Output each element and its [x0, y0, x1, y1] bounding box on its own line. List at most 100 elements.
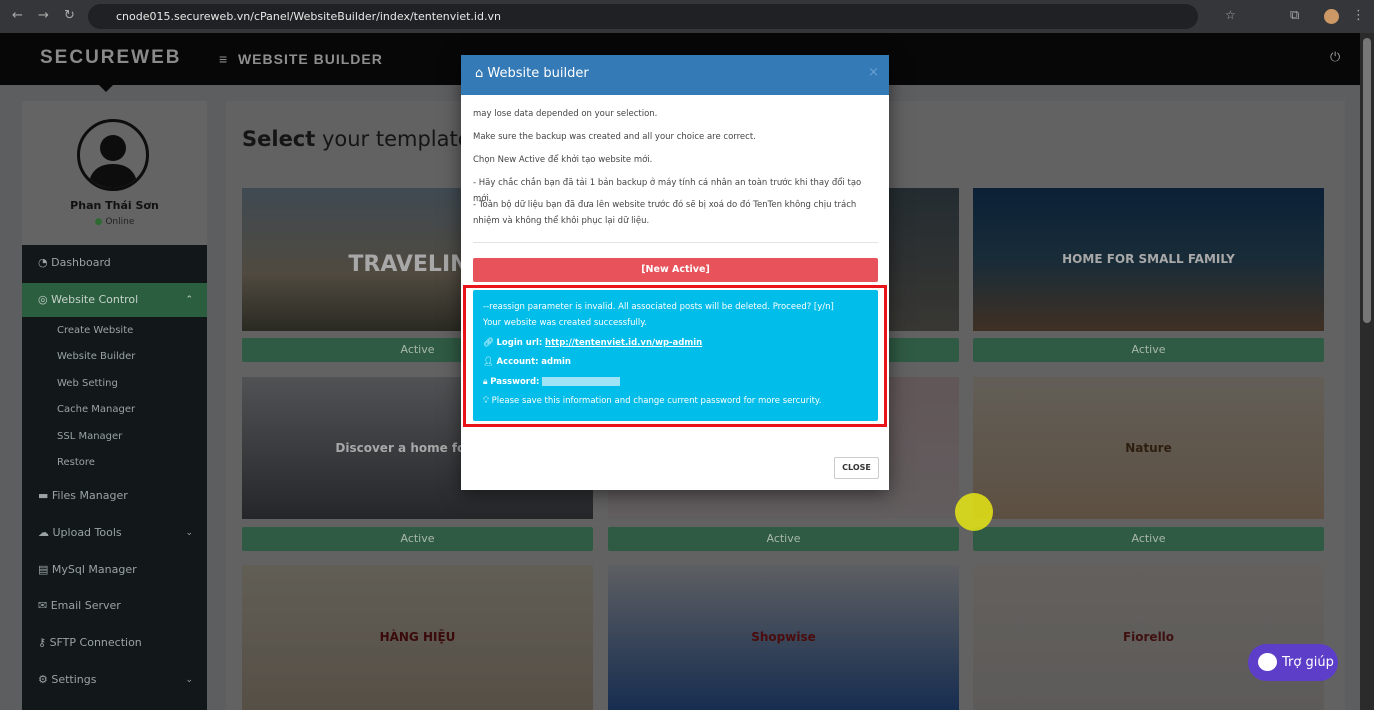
modal-paragraph: Chọn New Active để khởi tạo website mới.	[473, 155, 653, 165]
sidebar-sub-website-builder[interactable]: Website Builder	[57, 351, 135, 362]
modal-title: Website builder	[487, 66, 589, 81]
address-bar[interactable]: cnode015.secureweb.vn/cPanel/WebsiteBuil…	[88, 4, 1198, 29]
profile-panel: Phan Thái Sơn ● Online	[22, 101, 207, 245]
browser-toolbar: ← → ↻ cnode015.secureweb.vn/cPanel/Websi…	[0, 0, 1374, 33]
page-title: Select your template	[242, 127, 471, 151]
extensions-icon[interactable]: ⧉	[1290, 8, 1299, 23]
modal-paragraph: may lose data depended on your selection…	[473, 109, 658, 119]
modal-header: ⌂ Website builder	[461, 55, 889, 95]
label: Settings	[51, 673, 97, 686]
password-label: Password:	[490, 376, 540, 387]
new-active-button[interactable]: [New Active]	[473, 258, 878, 282]
label: SFTP Connection	[49, 636, 142, 649]
sidebar-item-website-control[interactable]: ◎ Website Control ⌃	[22, 283, 207, 317]
account-value: admin	[541, 357, 571, 367]
forward-icon[interactable]: →	[38, 8, 49, 23]
header-title-text: WEBSITE BUILDER	[237, 51, 383, 67]
sidebar-sub-web-setting[interactable]: Web Setting	[57, 378, 118, 389]
header-title[interactable]: ≡ WEBSITE BUILDER	[219, 51, 383, 67]
active-template-button[interactable]: Active	[973, 338, 1324, 362]
divider	[473, 242, 878, 243]
modal-paragraph: Make sure the backup was created and all…	[473, 132, 756, 142]
label: Website Control	[51, 293, 139, 306]
template-caption: Nature	[1125, 440, 1172, 455]
template-caption: HOME FOR SMALL FAMILY	[1062, 252, 1235, 267]
back-icon[interactable]: ←	[12, 8, 23, 23]
label: Files Manager	[51, 489, 128, 502]
help-label: Trợ giúp	[1282, 655, 1334, 670]
profile-name: Phan Thái Sơn	[70, 199, 159, 212]
profile-status: ● Online	[22, 217, 207, 227]
login-url-row: 🔗︎ Login url: http://tentenviet.id.vn/wp…	[483, 338, 868, 358]
chat-bubble-icon	[1258, 653, 1277, 671]
template-thumbnail[interactable]: Nature	[973, 377, 1324, 519]
sidebar-sub-cache-manager[interactable]: Cache Manager	[57, 404, 135, 415]
active-template-button[interactable]: Active	[608, 527, 959, 551]
active-template-button[interactable]: Active	[242, 527, 593, 551]
online-dot-icon: ●	[94, 217, 103, 227]
title-bold: Select	[242, 127, 316, 151]
close-icon[interactable]: ×	[868, 65, 879, 80]
menu-icon[interactable]: ⋮	[1352, 8, 1365, 23]
sidebar-item-mysql-manager[interactable]: ▤ MySql Manager	[22, 553, 207, 587]
close-button[interactable]: CLOSE	[834, 457, 879, 479]
lightbulb-icon: 💡︎	[483, 396, 489, 406]
cursor-highlight	[955, 493, 993, 531]
password-value-blurred	[542, 376, 621, 386]
status-text: Online	[105, 217, 135, 227]
help-chat-button[interactable]: Trợ giúp	[1248, 644, 1338, 681]
page-scrollbar[interactable]	[1360, 33, 1374, 710]
info-note: 💡︎ Please save this information and chan…	[483, 396, 868, 416]
sidebar-item-sftp-connection[interactable]: ⚷ SFTP Connection	[22, 626, 207, 660]
chevron-down-icon: ⌄	[185, 528, 193, 538]
template-thumbnail[interactable]: HÀNG HIỆU	[242, 565, 593, 710]
label: MySql Manager	[51, 563, 137, 576]
sidebar-sub-ssl-manager[interactable]: SSL Manager	[57, 431, 122, 442]
sidebar-item-email-server[interactable]: ✉ Email Server	[22, 589, 207, 623]
sidebar-item-upload-tools[interactable]: ☁ Upload Tools ⌄	[22, 516, 207, 550]
bookmark-star-icon[interactable]: ☆	[1225, 8, 1236, 22]
profile-avatar-icon[interactable]	[1324, 9, 1339, 24]
template-caption: Shopwise	[751, 630, 816, 645]
chevron-down-icon: ⌄	[185, 675, 193, 685]
template-caption: Fiorello	[1122, 630, 1175, 645]
success-info-box: --reassign parameter is invalid. All ass…	[473, 290, 878, 421]
login-label: Login url:	[496, 337, 543, 348]
scrollbar-thumb[interactable]	[1363, 38, 1371, 323]
reload-icon[interactable]: ↻	[64, 8, 75, 23]
info-warning-line: --reassign parameter is invalid. All ass…	[483, 302, 834, 312]
sidebar-item-files-manager[interactable]: ▬ Files Manager	[22, 479, 207, 513]
active-template-button[interactable]: Active	[973, 527, 1324, 551]
website-builder-modal: ⌂ Website builder × may lose data depend…	[461, 55, 889, 490]
template-thumbnail[interactable]: Shopwise	[608, 565, 959, 710]
power-icon[interactable]: ⏻	[1330, 50, 1340, 65]
avatar	[77, 119, 149, 191]
template-thumbnail[interactable]: HOME FOR SMALL FAMILY	[973, 188, 1324, 331]
account-row: 👤︎ Account: admin	[483, 357, 868, 377]
account-label: Account:	[496, 357, 539, 367]
info-success-line: Your website was created successfully.	[483, 318, 647, 328]
label: Dashboard	[51, 256, 111, 269]
sidebar-sub-restore[interactable]: Restore	[57, 457, 95, 468]
modal-paragraph: - Toàn bộ dữ liệu bạn đã đưa lên website…	[473, 200, 857, 226]
label: Upload Tools	[52, 526, 122, 539]
sidebar-item-dashboard[interactable]: ◔ Dashboard	[22, 246, 207, 280]
header-caret	[99, 85, 113, 92]
home-icon: ⌂	[475, 66, 484, 81]
hamburger-icon[interactable]: ≡	[219, 51, 228, 67]
logo[interactable]: SECUREWEB	[40, 47, 182, 69]
link-icon: 🔗︎	[483, 337, 494, 348]
lock-icon: 🔒︎	[483, 376, 488, 387]
template-thumbnail[interactable]: Fiorello	[973, 565, 1324, 710]
sidebar-sub-create-website[interactable]: Create Website	[57, 325, 133, 336]
password-row: 🔒︎ Password:	[483, 376, 868, 397]
chevron-up-icon: ⌃	[185, 295, 193, 305]
sidebar-nav: ◔ Dashboard ◎ Website Control ⌃ Create We…	[22, 245, 207, 710]
user-icon: 👤︎	[483, 357, 494, 367]
login-url-link[interactable]: http://tentenviet.id.vn/wp-admin	[545, 338, 702, 348]
label: Email Server	[50, 599, 121, 612]
sidebar-item-settings[interactable]: ⚙ Settings ⌄	[22, 663, 207, 697]
note-text: Please save this information and change …	[491, 396, 822, 406]
template-caption: HÀNG HIỆU	[379, 630, 456, 645]
title-rest: your template	[315, 127, 471, 151]
